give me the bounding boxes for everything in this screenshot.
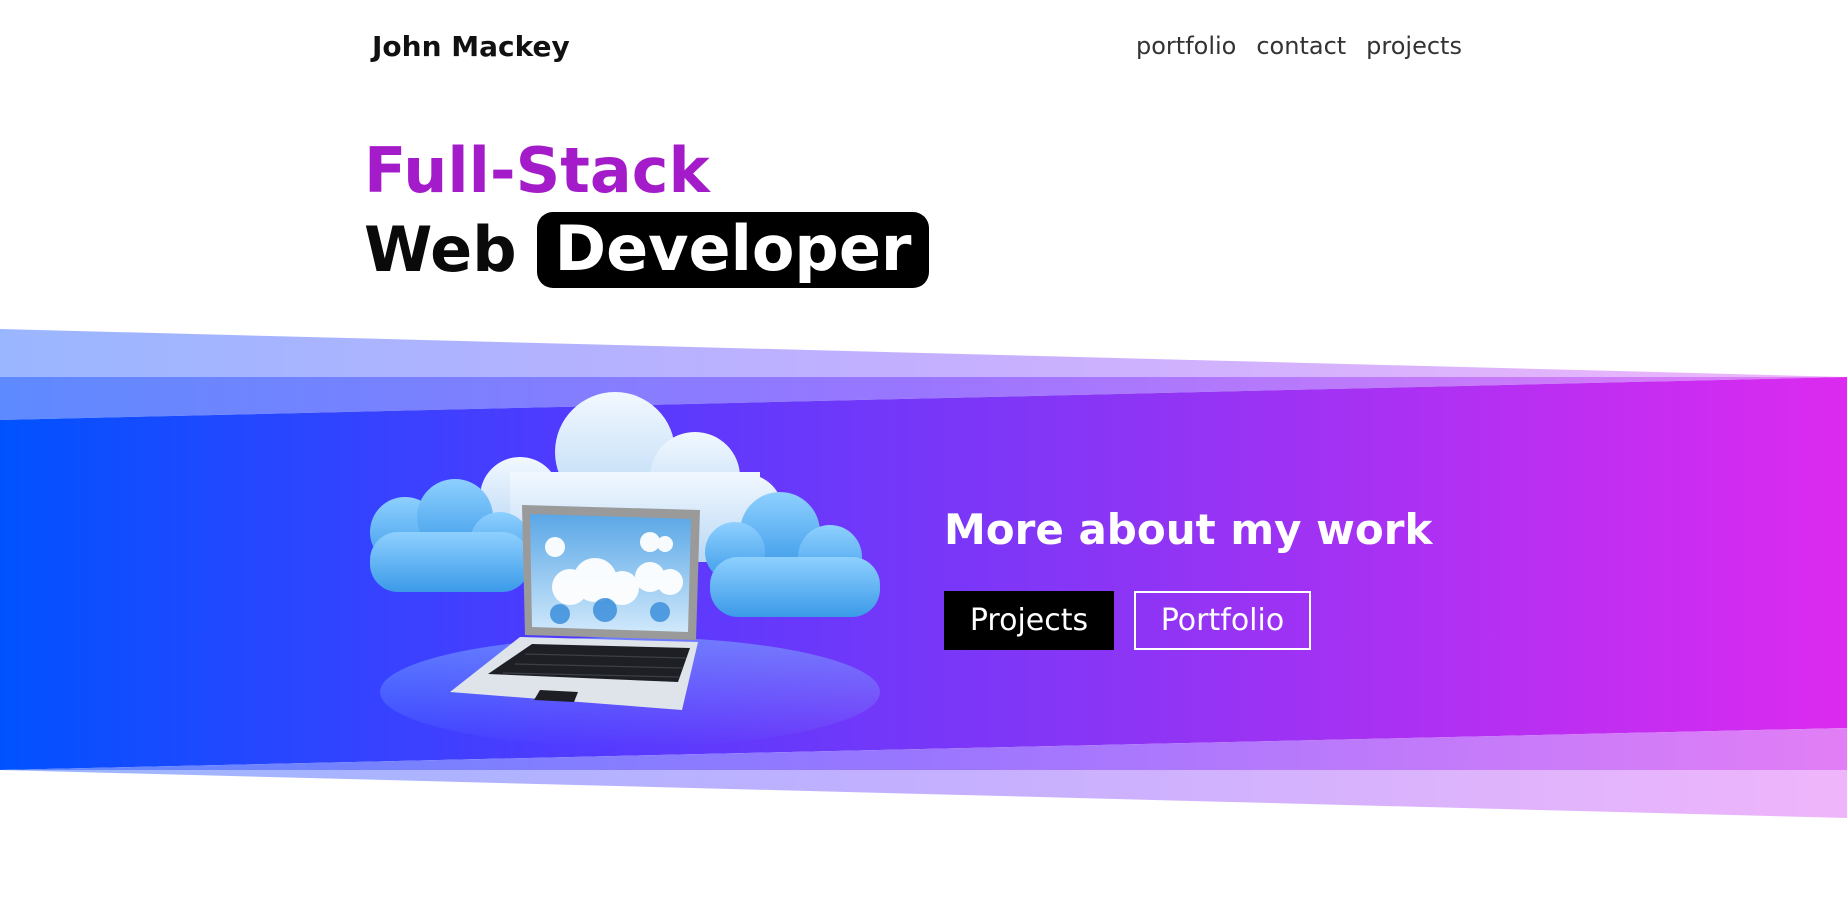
page: John Mackey portfolio contact projects F… — [0, 0, 1847, 899]
nav-link-projects[interactable]: projects — [1366, 32, 1462, 60]
site-header: John Mackey portfolio contact projects — [0, 0, 1847, 100]
headline-web-developer: Web Developer — [364, 212, 930, 288]
work-title: More about my work — [944, 505, 1433, 554]
main-nav: portfolio contact projects — [1136, 32, 1462, 60]
portfolio-button[interactable]: Portfolio — [1134, 591, 1311, 650]
cloud-laptop-icon — [370, 392, 880, 747]
brand-name[interactable]: John Mackey — [372, 30, 570, 63]
projects-button[interactable]: Projects — [944, 591, 1114, 650]
hero-band — [0, 329, 1847, 818]
nav-link-portfolio[interactable]: portfolio — [1136, 32, 1236, 60]
headline-web: Web — [364, 213, 517, 286]
headline-full-stack: Full-Stack — [364, 134, 710, 207]
nav-link-contact[interactable]: contact — [1256, 32, 1346, 60]
headline-developer-pill: Developer — [536, 212, 930, 288]
